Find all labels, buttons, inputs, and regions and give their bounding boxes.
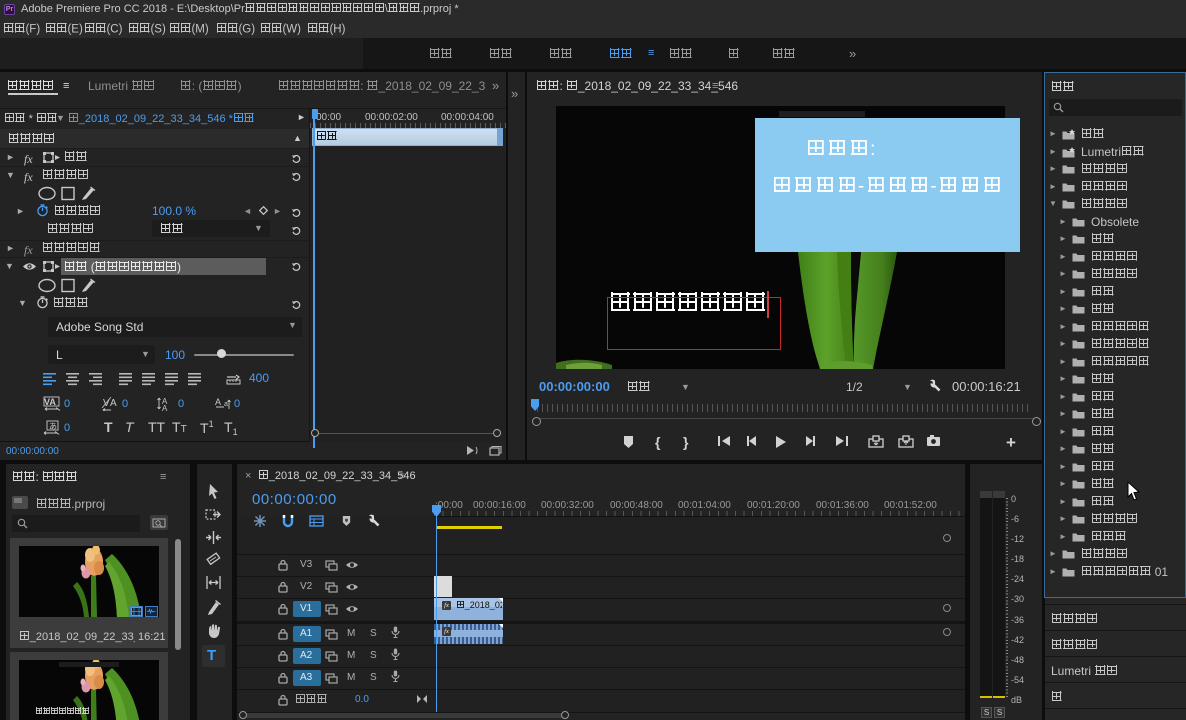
svg-text:VA: VA	[44, 397, 56, 407]
svg-text:A: A	[110, 398, 117, 409]
svg-text:A: A	[162, 404, 168, 411]
svg-text:A: A	[215, 397, 221, 407]
svg-text:a: a	[224, 401, 228, 408]
svg-text:あ: あ	[49, 422, 57, 431]
